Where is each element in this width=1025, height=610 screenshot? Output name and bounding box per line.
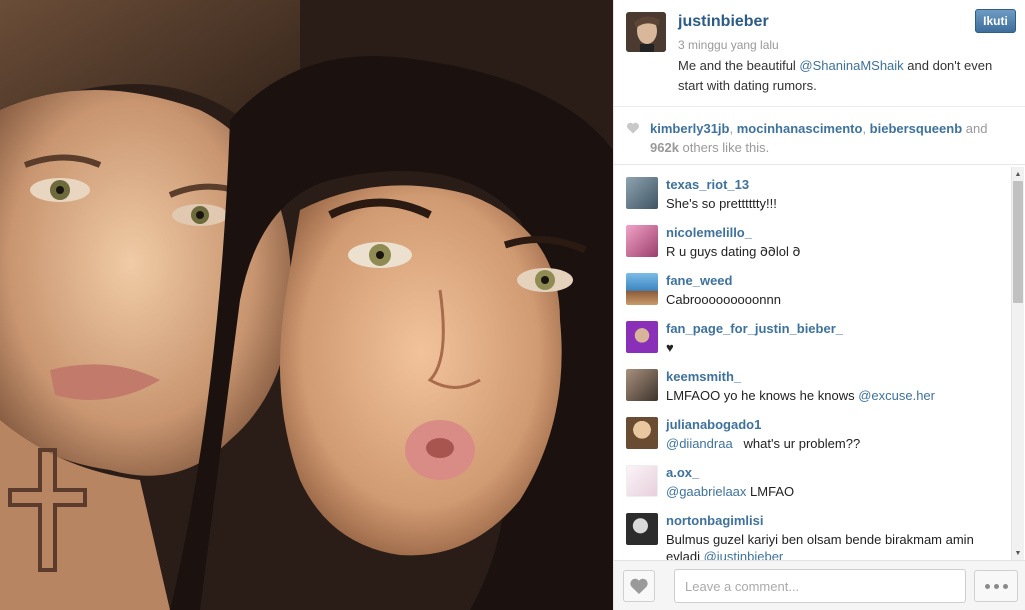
post-header: justinbieber 3 minggu yang lalu Me and t…	[614, 0, 1025, 107]
comment-username[interactable]: julianabogado1	[666, 417, 761, 432]
avatar[interactable]	[626, 225, 658, 257]
comment-text-body: Bulmus guzel kariyi ben olsam bende bira…	[666, 532, 974, 547]
avatar[interactable]	[626, 417, 658, 449]
list-item: texas_riot_13 She's so pretttttty!!!	[614, 167, 1011, 215]
comment-text-body-line2: evladi	[666, 549, 704, 560]
heart-icon	[630, 578, 648, 594]
like-button[interactable]	[623, 570, 655, 602]
post-caption: Me and the beautiful @ShaninaMShaik and …	[678, 56, 1018, 96]
post-photo[interactable]	[0, 0, 613, 610]
likes-and: and	[965, 121, 988, 136]
list-item: julianabogado1 @diiandraa what's ur prob…	[614, 407, 1011, 455]
liker-link[interactable]: kimberly31jb	[650, 121, 730, 136]
avatar[interactable]	[626, 273, 658, 305]
photo-illustration	[0, 0, 613, 610]
comment-mention[interactable]: @diiandraa	[666, 436, 733, 451]
list-item: nortonbagimlisi Bulmus guzel kariyi ben …	[614, 503, 1011, 560]
comment-footer	[614, 560, 1025, 610]
comment-text: Bulmus guzel kariyi ben olsam bende bira…	[666, 531, 1006, 560]
comment-mention[interactable]: @gaabrielaax	[666, 484, 746, 499]
avatar[interactable]	[626, 465, 658, 497]
comment-mention[interactable]: @justinbieber	[704, 549, 784, 560]
avatar[interactable]	[626, 12, 666, 52]
post-details-panel: justinbieber 3 minggu yang lalu Me and t…	[613, 0, 1025, 610]
caption-text: Me and the beautiful	[678, 58, 800, 73]
likes-section: kimberly31jb, mocinhanascimento, biebers…	[614, 108, 1025, 165]
scrollbar-thumb[interactable]	[1013, 181, 1023, 303]
more-options-icon	[984, 583, 990, 589]
more-options-icon	[1002, 583, 1008, 589]
list-item: keemsmith_ LMFAOO yo he knows he knows @…	[614, 359, 1011, 407]
more-options-icon	[993, 583, 999, 589]
list-item: a.ox_ @gaabrielaax LMFAO	[614, 455, 1011, 503]
likes-count[interactable]: 962k	[650, 140, 679, 155]
comment-text: @gaabrielaax LMFAO	[666, 483, 1006, 500]
list-item: fan_page_for_justin_bieber_ ♥	[614, 311, 1011, 359]
heart-icon	[626, 122, 640, 134]
comment-text: LMFAOO yo he knows he knows @excuse.her	[666, 387, 1006, 404]
post-username[interactable]: justinbieber	[678, 13, 769, 31]
avatar[interactable]	[626, 513, 658, 545]
comment-input[interactable]	[674, 569, 966, 603]
comment-username[interactable]: fane_weed	[666, 273, 732, 288]
likes-others: others like this.	[682, 140, 770, 155]
comment-username[interactable]: nortonbagimlisi	[666, 513, 764, 528]
comment-text-body: what's ur problem??	[732, 436, 861, 451]
caption-mention[interactable]: @ShaninaMShaik	[799, 58, 903, 73]
comments-list[interactable]: texas_riot_13 She's so pretttttty!!! nic…	[614, 167, 1011, 560]
follow-button[interactable]: Ikuti	[975, 9, 1016, 33]
list-item: nicolemelillo_ R u guys dating 𐐀𐐀lol 𐐀	[614, 215, 1011, 263]
liker-link[interactable]: biebersqueenb	[870, 121, 962, 136]
comment-text: @diiandraa what's ur problem??	[666, 435, 1006, 452]
profile-photo-icon	[626, 12, 666, 52]
comment-text: ♥	[666, 340, 674, 355]
liker-link[interactable]: mocinhanascimento	[737, 121, 863, 136]
comment-username[interactable]: texas_riot_13	[666, 177, 749, 192]
scroll-up-arrow-icon[interactable]: ▲	[1012, 167, 1024, 181]
avatar[interactable]	[626, 369, 658, 401]
more-options-button[interactable]	[974, 570, 1018, 602]
comment-username[interactable]: fan_page_for_justin_bieber_	[666, 321, 843, 336]
comment-username[interactable]: nicolemelillo_	[666, 225, 752, 240]
avatar[interactable]	[626, 177, 658, 209]
comment-text-body: LMFAO	[746, 484, 795, 499]
comment-username[interactable]: a.ox_	[666, 465, 699, 480]
likes-text: kimberly31jb, mocinhanascimento, biebers…	[650, 121, 988, 155]
comment-text-body: LMFAOO yo he knows he knows	[666, 388, 859, 403]
comment-text: Cabrooooooooonnn	[666, 292, 781, 307]
comment-text: She's so pretttttty!!!	[666, 196, 777, 211]
list-item: fane_weed Cabrooooooooonnn	[614, 263, 1011, 311]
comment-text: R u guys dating 𐐀𐐀lol 𐐀	[666, 244, 801, 259]
post-timestamp[interactable]: 3 minggu yang lalu	[678, 38, 779, 52]
comments-scrollbar[interactable]: ▲ ▼	[1011, 167, 1024, 560]
instagram-post-view: justinbieber 3 minggu yang lalu Me and t…	[0, 0, 1025, 610]
avatar[interactable]	[626, 321, 658, 353]
comment-mention[interactable]: @excuse.her	[858, 388, 935, 403]
comment-username[interactable]: keemsmith_	[666, 369, 741, 384]
scroll-down-arrow-icon[interactable]: ▼	[1012, 546, 1024, 560]
